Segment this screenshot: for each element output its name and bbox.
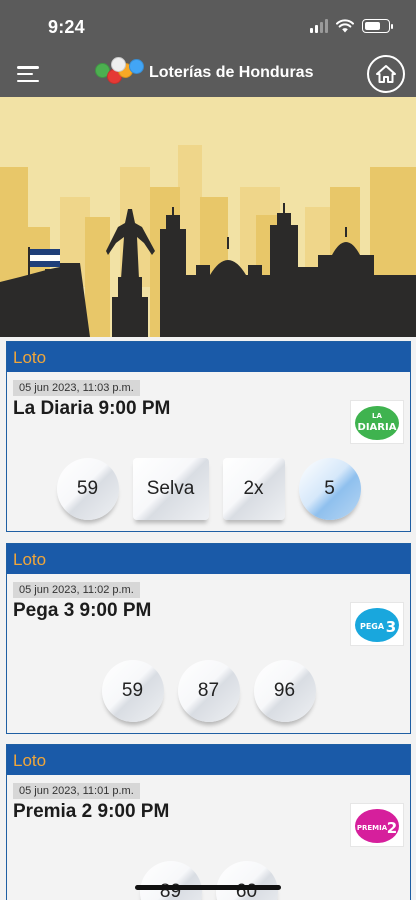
app-title: Loterías de Honduras bbox=[149, 64, 314, 81]
hamburger-menu-icon[interactable] bbox=[17, 66, 39, 82]
status-time: 9:24 bbox=[48, 17, 85, 37]
card-category: Loto bbox=[7, 544, 410, 574]
game-title: La Diaria 9:00 PM bbox=[13, 398, 171, 419]
draw-timestamp: 05 jun 2023, 11:03 p.m. bbox=[13, 380, 140, 396]
skyline-illustration bbox=[0, 97, 416, 337]
top-bar: 9:24 Loterías de Honduras bbox=[0, 0, 416, 97]
la-diaria-logo-icon: LA DIARIA bbox=[350, 400, 404, 444]
result-values: 59 87 96 bbox=[7, 660, 410, 722]
result-card[interactable]: Loto 05 jun 2023, 11:02 p.m. Pega 3 9:00… bbox=[6, 543, 411, 734]
result-ball: 87 bbox=[177, 660, 240, 722]
card-category: Loto bbox=[7, 745, 410, 775]
honduras-flag-icon bbox=[30, 249, 60, 267]
result-tile: 2x bbox=[222, 458, 285, 520]
result-ball: 59 bbox=[56, 458, 119, 520]
result-ball: 96 bbox=[253, 660, 316, 722]
result-tile: Selva bbox=[132, 458, 209, 520]
home-indicator[interactable] bbox=[135, 885, 281, 890]
pega-3-logo-icon: PEGA 3 bbox=[350, 602, 404, 646]
logo-text-number: 3 bbox=[386, 618, 396, 636]
logo-text-top: LA bbox=[372, 412, 382, 420]
logo-text-main: PREMIA bbox=[357, 824, 388, 832]
result-card[interactable]: Loto 05 jun 2023, 11:03 p.m. La Diaria 9… bbox=[6, 341, 411, 532]
game-title: Pega 3 9:00 PM bbox=[13, 600, 152, 621]
home-icon bbox=[376, 65, 396, 83]
cellular-signal-icon bbox=[310, 19, 328, 33]
skyline-banner bbox=[0, 97, 416, 337]
draw-timestamp: 05 jun 2023, 11:01 p.m. bbox=[13, 783, 140, 799]
premia-2-logo-icon: PREMIA 2 bbox=[350, 803, 404, 847]
draw-timestamp: 05 jun 2023, 11:02 p.m. bbox=[13, 582, 140, 598]
app-brand: Loterías de Honduras bbox=[93, 57, 313, 89]
result-ball: 89 bbox=[139, 861, 202, 900]
battery-icon bbox=[362, 19, 393, 33]
result-values: 59 Selva 2x 5 bbox=[7, 458, 410, 520]
result-ball: 60 bbox=[215, 861, 278, 900]
logo-text-number: 2 bbox=[387, 819, 397, 837]
logo-text-main: DIARIA bbox=[358, 422, 397, 433]
status-icons bbox=[310, 19, 393, 33]
wifi-icon bbox=[336, 19, 354, 33]
result-ball: 59 bbox=[101, 660, 164, 722]
result-values: 89 60 bbox=[7, 861, 410, 900]
logo-text-main: PEGA bbox=[360, 622, 385, 631]
game-title: Premia 2 9:00 PM bbox=[13, 801, 170, 822]
home-button[interactable] bbox=[367, 55, 405, 93]
result-ball: 5 bbox=[298, 458, 361, 520]
lottery-balls-logo-icon bbox=[93, 57, 145, 89]
card-category: Loto bbox=[7, 342, 410, 372]
result-card[interactable]: Loto 05 jun 2023, 11:01 p.m. Premia 2 9:… bbox=[6, 744, 411, 900]
